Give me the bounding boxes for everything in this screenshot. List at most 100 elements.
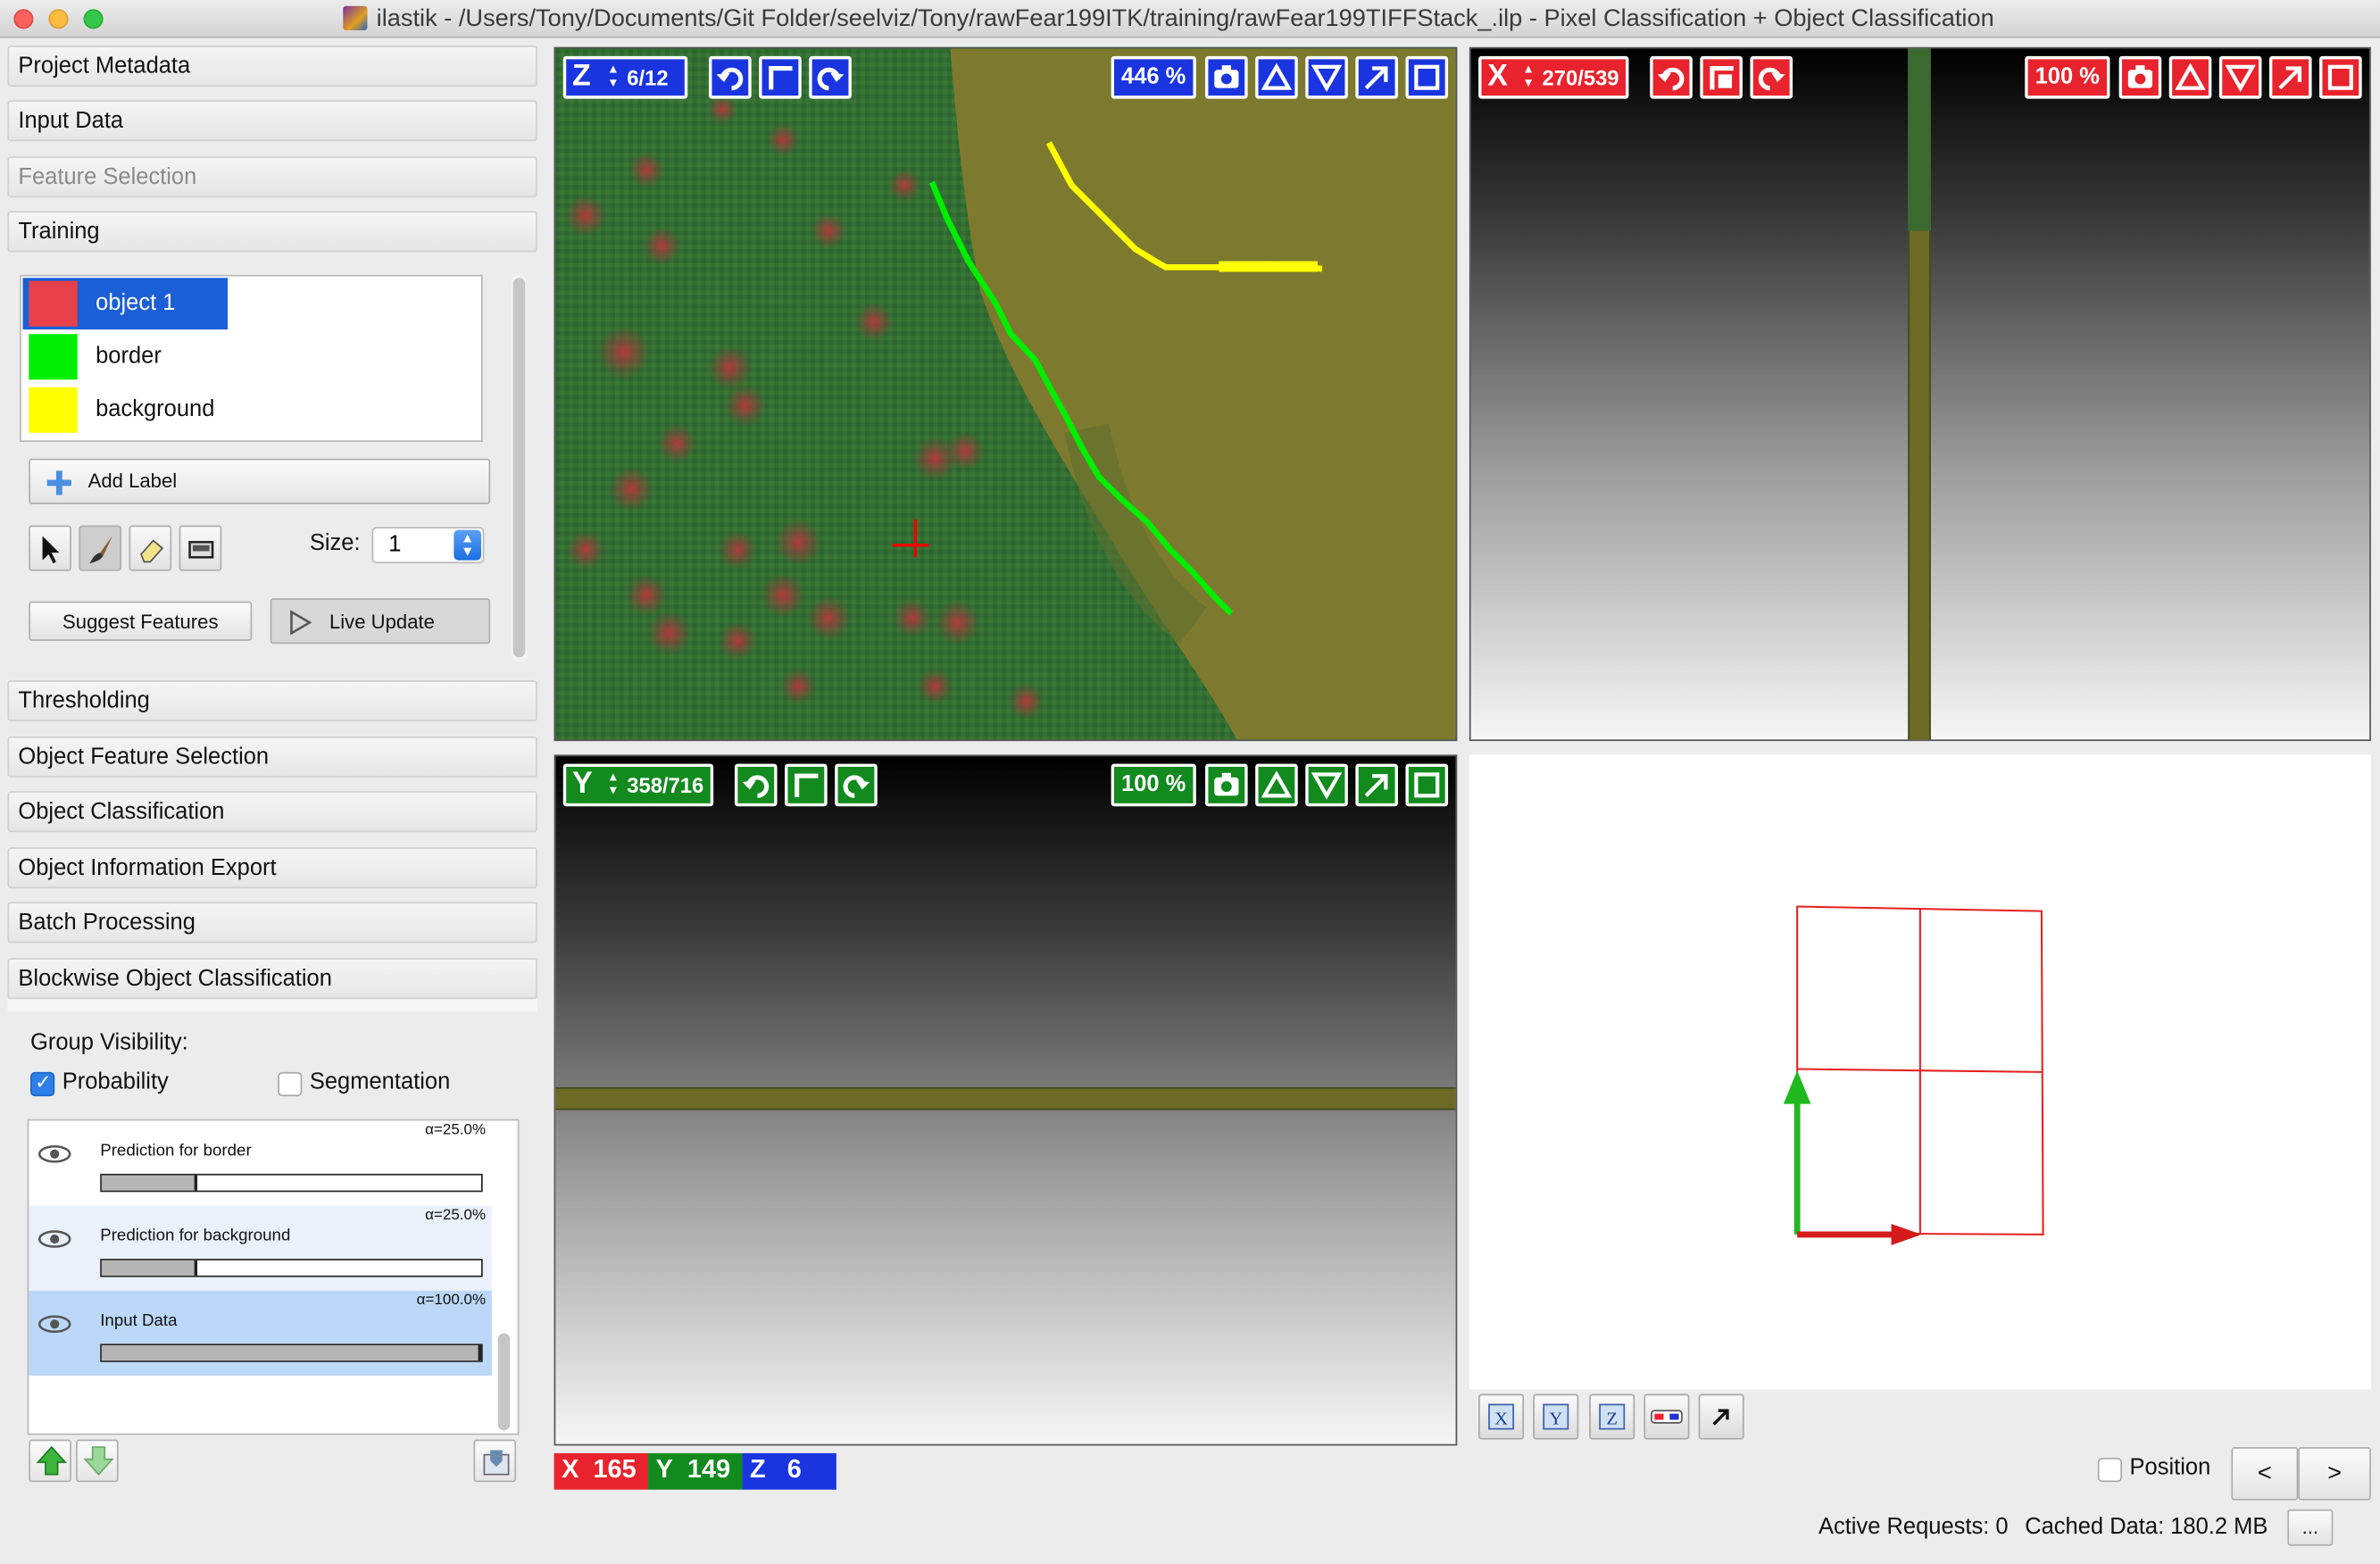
y-fullscreen-button[interactable] bbox=[1405, 763, 1449, 807]
z-maximize-button[interactable] bbox=[1355, 55, 1398, 99]
label-color-swatch[interactable] bbox=[29, 387, 78, 433]
z-screenshot-button[interactable] bbox=[1205, 55, 1248, 99]
spin-arrows-icon[interactable]: ▲ ▼ bbox=[607, 62, 619, 90]
add-label-text: Add Label bbox=[87, 469, 178, 493]
layer-item-input-data[interactable]: Input Data α=100.0% bbox=[29, 1290, 492, 1377]
y-maximize-button[interactable] bbox=[1355, 763, 1398, 807]
eraser-tool-button[interactable] bbox=[129, 525, 172, 571]
y-slice-up-button[interactable] bbox=[1255, 763, 1298, 807]
minimize-window-button[interactable] bbox=[48, 9, 69, 29]
z-slice-spinbox[interactable]: Z ▲ ▼ 6/12 bbox=[562, 55, 688, 99]
z-rotate-right-button[interactable] bbox=[809, 55, 852, 99]
z-rotate-left-button[interactable] bbox=[709, 55, 752, 99]
applet-project-metadata[interactable]: Project Metadata bbox=[7, 46, 537, 87]
add-label-button[interactable]: Add Label bbox=[29, 458, 491, 504]
3d-view[interactable] bbox=[1469, 754, 2371, 1390]
x-screenshot-button[interactable] bbox=[2118, 55, 2162, 99]
selection-tool-button[interactable] bbox=[179, 525, 222, 571]
segmentation-checkbox[interactable] bbox=[278, 1071, 303, 1097]
splitter-handle[interactable] bbox=[7, 999, 537, 1011]
layer-opacity-bar[interactable] bbox=[100, 1173, 483, 1193]
applet-object-classification[interactable]: Object Classification bbox=[7, 791, 537, 833]
position-checkbox[interactable] bbox=[2097, 1457, 2123, 1483]
label-item-object-1[interactable]: object 1 bbox=[22, 278, 229, 330]
spin-arrows-icon[interactable]: ▲ ▼ bbox=[454, 529, 481, 561]
y-zoom-level[interactable]: 100 % bbox=[1111, 763, 1196, 807]
x-fullscreen-button[interactable] bbox=[2319, 55, 2362, 99]
applet-batch-processing[interactable]: Batch Processing bbox=[7, 902, 537, 944]
x-slice-view[interactable]: X ▲ ▼ 270/539 100 % bbox=[1469, 46, 2371, 742]
layer-item-prediction-background[interactable]: Prediction for background α=25.0% bbox=[29, 1205, 492, 1291]
layer-opacity-bar[interactable] bbox=[100, 1344, 483, 1362]
z-slice-view[interactable]: Z ▲ ▼ 6/12 446 % bbox=[553, 46, 1458, 742]
eye-icon[interactable] bbox=[37, 1228, 71, 1250]
z-slice-up-button[interactable] bbox=[1255, 55, 1298, 99]
spin-arrows-icon[interactable]: ▲ ▼ bbox=[607, 770, 619, 797]
next-button[interactable]: > bbox=[2298, 1447, 2371, 1501]
x-rotate-left-button[interactable] bbox=[1650, 55, 1693, 99]
eye-icon[interactable] bbox=[37, 1313, 71, 1335]
layer-move-up-button[interactable] bbox=[29, 1439, 71, 1483]
y-slice-down-button[interactable] bbox=[1305, 763, 1348, 807]
y-screenshot-button[interactable] bbox=[1205, 763, 1248, 807]
z-coordinate-value: 6 bbox=[786, 1454, 802, 1484]
applet-blockwise-object-classification[interactable]: Blockwise Object Classification bbox=[7, 958, 537, 1000]
z-zoom-level[interactable]: 446 % bbox=[1111, 55, 1196, 99]
x-rotate-right-button[interactable] bbox=[1750, 55, 1793, 99]
close-window-button[interactable] bbox=[13, 9, 34, 29]
label-item-background[interactable]: background bbox=[23, 384, 229, 436]
applet-feature-selection[interactable]: Feature Selection bbox=[7, 156, 537, 198]
probability-checkbox[interactable] bbox=[30, 1070, 55, 1097]
spin-arrows-icon[interactable]: ▲ ▼ bbox=[1522, 62, 1534, 90]
applet-object-feature-selection[interactable]: Object Feature Selection bbox=[7, 736, 537, 778]
maximize-window-button[interactable] bbox=[83, 9, 104, 29]
toggle-y-plane-button[interactable]: Y bbox=[1533, 1393, 1579, 1440]
z-fullscreen-button[interactable] bbox=[1405, 55, 1449, 99]
y-rotate-left-button[interactable] bbox=[734, 763, 778, 807]
y-rotate-right-button[interactable] bbox=[835, 763, 878, 807]
anaglyph-button[interactable] bbox=[1644, 1393, 1690, 1440]
suggest-features-button[interactable]: Suggest Features bbox=[29, 601, 253, 641]
eye-icon[interactable] bbox=[37, 1144, 71, 1165]
x-slice-down-button[interactable] bbox=[2218, 55, 2262, 99]
x-zoom-level[interactable]: 100 % bbox=[2025, 55, 2110, 99]
svg-text:Y: Y bbox=[1549, 1410, 1562, 1429]
status-more-button[interactable]: ... bbox=[2287, 1509, 2334, 1546]
x-swap-axes-button[interactable] bbox=[1700, 55, 1743, 99]
y-slice-spinbox[interactable]: Y ▲ ▼ 358/716 bbox=[562, 763, 714, 807]
applet-input-data[interactable]: Input Data bbox=[7, 100, 537, 142]
applet-thresholding[interactable]: Thresholding bbox=[7, 680, 537, 721]
label-item-border[interactable]: border bbox=[23, 331, 229, 383]
label-color-swatch[interactable] bbox=[29, 280, 78, 327]
layer-move-down-button[interactable] bbox=[76, 1439, 119, 1483]
x-slice-spinbox[interactable]: X ▲ ▼ 270/539 bbox=[1478, 55, 1629, 99]
brush-tool-button[interactable] bbox=[79, 525, 122, 571]
y-coordinate: Y 149 bbox=[648, 1452, 743, 1490]
x-slice-up-button[interactable] bbox=[2168, 55, 2212, 99]
3d-expand-button[interactable] bbox=[1698, 1393, 1744, 1440]
y-swap-axes-button[interactable] bbox=[785, 763, 828, 807]
y-slice-view[interactable]: Y ▲ ▼ 358/716 100 % bbox=[553, 754, 1458, 1446]
3d-axes-render[interactable] bbox=[1469, 754, 2371, 1389]
z-slice-image[interactable] bbox=[555, 48, 1457, 741]
play-icon bbox=[290, 610, 312, 636]
applet-object-information-export[interactable]: Object Information Export bbox=[7, 847, 537, 889]
brush-size-spinbox[interactable]: 1 ▲ ▼ bbox=[371, 527, 485, 564]
x-maximize-button[interactable] bbox=[2268, 55, 2312, 99]
toggle-z-plane-button[interactable]: Z bbox=[1589, 1393, 1635, 1440]
previous-button[interactable]: < bbox=[2231, 1447, 2299, 1501]
training-scrollbar[interactable] bbox=[512, 274, 528, 662]
toggle-x-plane-button[interactable]: X bbox=[1478, 1393, 1525, 1440]
scrollbar-thumb[interactable] bbox=[512, 278, 526, 658]
brush-size-value: 1 bbox=[388, 531, 402, 558]
layer-item-prediction-border[interactable]: Prediction for border α=25.0% bbox=[29, 1120, 492, 1205]
pointer-tool-button[interactable] bbox=[29, 525, 71, 571]
layer-opacity-bar[interactable] bbox=[100, 1259, 483, 1277]
layer-list-scrollbar[interactable] bbox=[497, 1333, 511, 1431]
label-color-swatch[interactable] bbox=[29, 334, 78, 380]
applet-training[interactable]: Training bbox=[7, 211, 537, 253]
live-update-button[interactable]: Live Update bbox=[270, 598, 491, 645]
z-slice-down-button[interactable] bbox=[1305, 55, 1348, 99]
z-swap-axes-button[interactable] bbox=[759, 55, 802, 99]
layer-export-button[interactable] bbox=[473, 1439, 517, 1483]
